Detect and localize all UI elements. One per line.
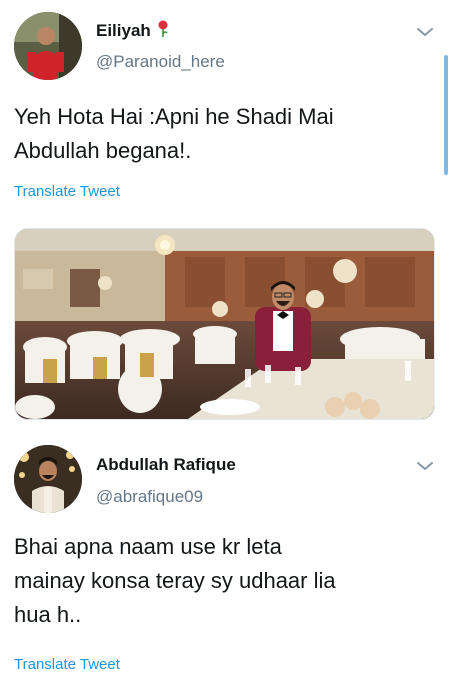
avatar[interactable] xyxy=(14,12,82,80)
avatar[interactable] xyxy=(14,445,82,513)
chevron-down-icon[interactable] xyxy=(416,460,434,472)
tweet-abdullah-rafique[interactable]: Abdullah Rafique @abrafique09 Bhai apna … xyxy=(0,430,450,680)
tweet-photo[interactable] xyxy=(14,228,435,420)
tweet-text: Yeh Hota Hai :Apni he Shadi Mai Abdullah… xyxy=(14,104,334,163)
handle[interactable]: @Paranoid_here xyxy=(96,52,225,72)
avatar-image xyxy=(14,445,82,513)
banquet-hall-photo xyxy=(15,229,434,419)
translate-tweet-link[interactable]: Translate Tweet xyxy=(14,183,120,200)
tweet-text: Bhai apna naam use kr leta mainay konsa … xyxy=(14,534,336,627)
chevron-down-icon[interactable] xyxy=(416,26,434,38)
tweet-eiliyah[interactable]: Eiliyah @Paranoid_here Yeh Hota Hai :Apn… xyxy=(0,0,450,425)
handle[interactable]: @abrafique09 xyxy=(96,487,203,507)
avatar-image xyxy=(14,12,82,80)
display-name[interactable]: Abdullah Rafique xyxy=(96,455,236,475)
rose-icon xyxy=(157,20,169,43)
translate-tweet-link[interactable]: Translate Tweet xyxy=(14,656,120,673)
display-name[interactable]: Eiliyah xyxy=(96,20,169,43)
